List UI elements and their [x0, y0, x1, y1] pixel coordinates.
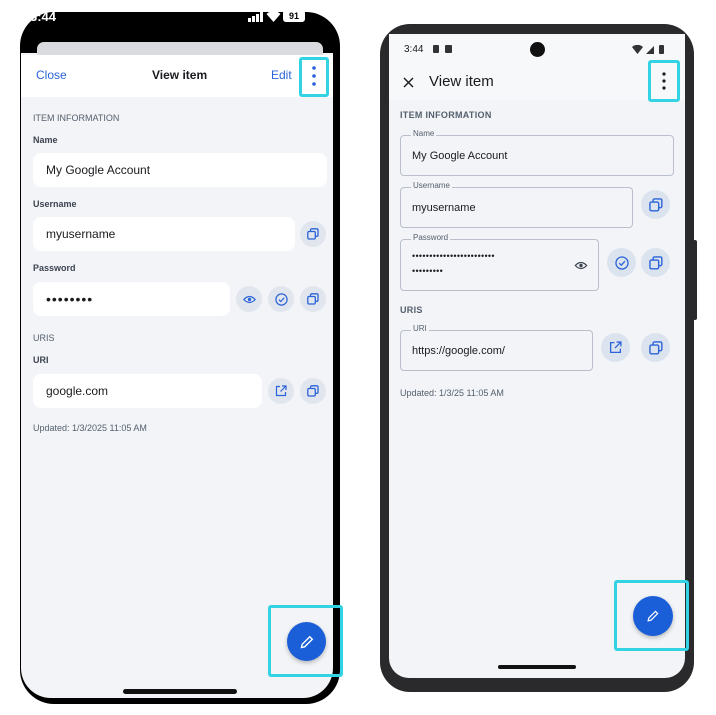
updated-timestamp: Updated: 1/3/2025 11:05 AM	[33, 423, 147, 433]
wifi-icon	[266, 11, 281, 22]
close-icon[interactable]	[403, 77, 414, 88]
android-section-item-information: ITEM INFORMATION	[400, 110, 492, 120]
uri-label: URI	[33, 355, 49, 365]
more-options-icon[interactable]	[311, 65, 317, 87]
eye-icon	[242, 295, 256, 303]
side-button	[693, 240, 697, 320]
android-password-label: Password	[411, 233, 451, 242]
name-field[interactable]: My Google Account	[33, 153, 327, 187]
page-title: View item	[152, 68, 208, 82]
android-name-value: My Google Account	[412, 150, 508, 162]
pencil-icon	[300, 635, 313, 648]
android-gesture-bar	[498, 665, 576, 669]
android-password-field[interactable]: Password •••••••••••••••••••••••• ••••••…	[400, 233, 599, 291]
android-uri-value: https://google.com/	[412, 345, 505, 357]
copy-uri-button[interactable]	[300, 378, 326, 404]
copy-icon	[307, 293, 319, 305]
home-indicator	[123, 689, 237, 694]
section-item-information: ITEM INFORMATION	[33, 113, 120, 123]
android-uri-field[interactable]: URI https://google.com/	[400, 324, 593, 371]
copy-password-button[interactable]	[300, 286, 326, 312]
copy-icon	[648, 255, 663, 270]
check-circle-icon	[614, 255, 629, 270]
android-copy-uri-button[interactable]	[641, 333, 670, 362]
password-field[interactable]: ••••••••	[33, 282, 230, 316]
name-label: Name	[33, 135, 58, 145]
android-username-label: Username	[411, 181, 452, 190]
copy-icon	[307, 385, 319, 397]
android-launch-uri-button[interactable]	[601, 333, 630, 362]
edit-button[interactable]: Edit	[271, 68, 292, 82]
copy-username-button[interactable]	[300, 221, 326, 247]
username-field[interactable]: myusername	[33, 217, 295, 251]
status-icons	[632, 45, 664, 54]
android-username-value: myusername	[412, 202, 476, 214]
ios-status-time: 3:44	[30, 9, 57, 24]
launch-uri-button[interactable]	[268, 378, 294, 404]
signal-icon	[248, 11, 263, 22]
android-uri-label: URI	[411, 324, 429, 333]
toggle-password-button[interactable]	[236, 286, 262, 312]
check-password-button[interactable]	[268, 286, 294, 312]
notification-icons	[433, 45, 452, 53]
section-uris: URIS	[33, 333, 55, 343]
password-label: Password	[33, 263, 76, 273]
front-camera	[530, 42, 545, 57]
android-name-field[interactable]: Name My Google Account	[400, 129, 674, 176]
external-link-icon	[275, 385, 287, 397]
copy-icon	[648, 197, 663, 212]
android-copy-username-button[interactable]	[641, 190, 670, 219]
copy-icon	[307, 228, 319, 240]
android-name-label: Name	[411, 129, 437, 138]
android-check-password-button[interactable]	[607, 248, 636, 277]
android-copy-password-button[interactable]	[641, 248, 670, 277]
more-options-icon[interactable]	[661, 71, 667, 91]
pencil-icon	[647, 610, 659, 622]
android-page-title: View item	[429, 73, 494, 90]
sheet-peek	[37, 42, 323, 56]
android-username-field[interactable]: Username myusername	[400, 181, 633, 228]
username-label: Username	[33, 199, 77, 209]
eye-icon[interactable]	[574, 261, 588, 270]
android-section-uris: URIS	[400, 305, 423, 315]
android-password-line1: ••••••••••••••••••••••••	[412, 251, 495, 261]
android-updated-timestamp: Updated: 1/3/25 11:05 AM	[400, 388, 504, 398]
external-link-icon	[609, 341, 622, 354]
android-password-line2: •••••••••	[412, 266, 444, 276]
close-button[interactable]: Close	[36, 68, 67, 82]
android-status-time: 3:44	[404, 44, 424, 55]
battery-icon: 91	[283, 10, 305, 22]
edit-fab-button[interactable]	[287, 622, 326, 661]
copy-icon	[648, 340, 663, 355]
android-edit-fab-button[interactable]	[633, 596, 673, 636]
uri-field[interactable]: google.com	[33, 374, 262, 408]
check-circle-icon	[274, 292, 288, 306]
